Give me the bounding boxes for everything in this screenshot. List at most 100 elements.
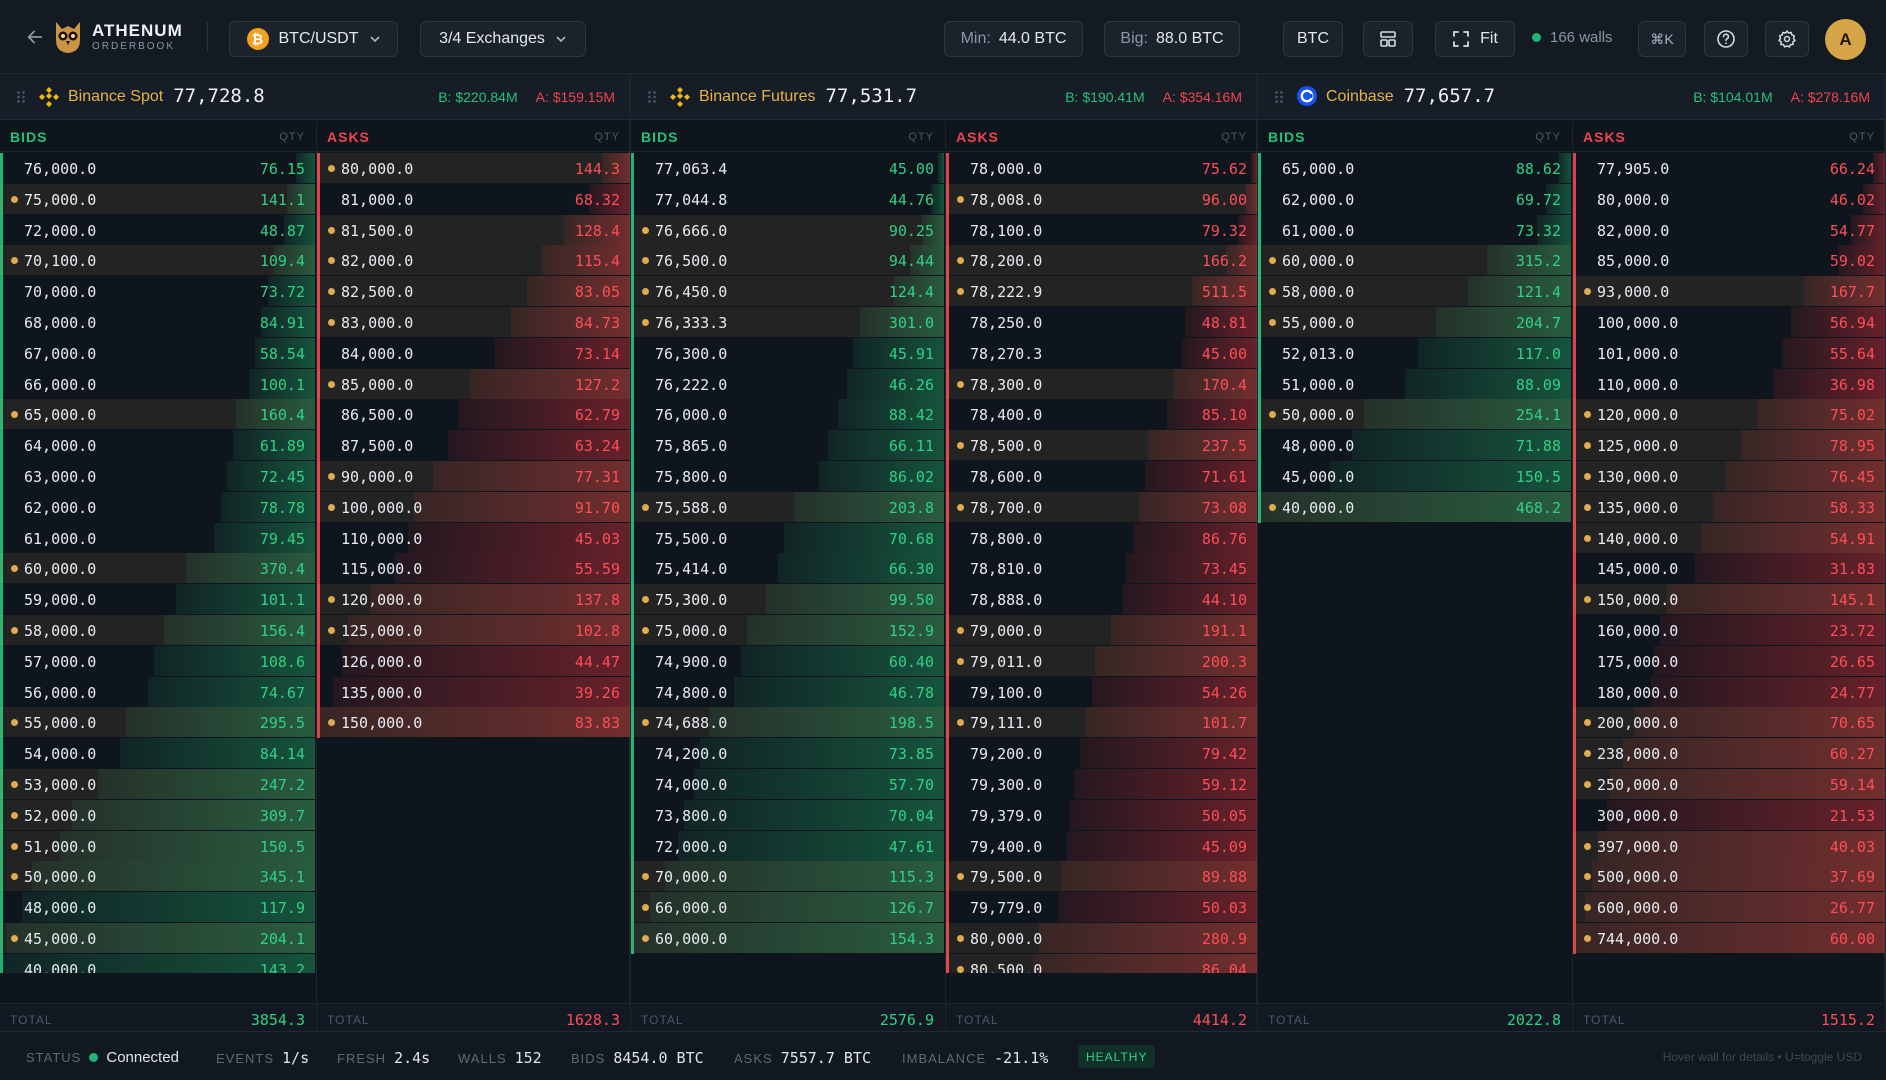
ask-row[interactable]: 78,500.0 237.5	[946, 430, 1257, 461]
bid-row[interactable]: 76,222.0 46.26	[631, 368, 944, 399]
bid-row[interactable]: 74,000.0 57.70	[631, 769, 944, 799]
ask-row[interactable]: 81,000.0 68.32	[317, 183, 630, 214]
drag-handle-icon[interactable]	[16, 90, 26, 104]
ask-row[interactable]: 180,000.0 24.77	[1573, 676, 1885, 707]
bid-row[interactable]: 66,000.0 126.7	[631, 892, 944, 923]
bid-row[interactable]: 64,000.0 61.89	[0, 430, 315, 461]
ask-row[interactable]: 79,000.0 191.1	[946, 615, 1257, 645]
bid-row[interactable]: 45,000.0 204.1	[0, 923, 315, 953]
bid-row[interactable]: 62,000.0 69.72	[1258, 183, 1571, 214]
bid-row[interactable]: 51,000.0 88.09	[1258, 368, 1571, 399]
big-wall-filter[interactable]: Big: 88.0 BTC	[1104, 21, 1240, 57]
settings-button[interactable]	[1765, 21, 1809, 57]
bid-row[interactable]: 76,666.0 90.25	[631, 214, 944, 245]
bid-row[interactable]: 75,300.0 99.50	[631, 584, 944, 615]
bid-row[interactable]: 76,450.0 124.4	[631, 276, 944, 307]
pair-selector[interactable]: ₿ BTC/USDT	[229, 21, 398, 57]
bid-row[interactable]: 52,013.0 117.0	[1258, 337, 1571, 368]
bid-row[interactable]: 62,000.0 78.78	[0, 491, 315, 522]
bid-row[interactable]: 74,900.0 60.40	[631, 645, 944, 676]
bid-row[interactable]: 70,100.0 109.4	[0, 245, 315, 276]
bid-row[interactable]: 75,000.0 152.9	[631, 615, 944, 645]
bid-row[interactable]: 76,000.0 76.15	[0, 153, 315, 183]
bid-row[interactable]: 75,000.0 141.1	[0, 183, 315, 214]
ask-row[interactable]: 78,888.0 44.10	[946, 584, 1257, 615]
bid-row[interactable]: 60,000.0 370.4	[0, 553, 315, 584]
bid-row[interactable]: 60,000.0 315.2	[1258, 245, 1571, 276]
ask-row[interactable]: 78,810.0 73.45	[946, 553, 1257, 584]
layout-button[interactable]	[1363, 21, 1413, 57]
ask-row[interactable]: 78,222.9 511.5	[946, 276, 1257, 307]
bid-row[interactable]: 63,000.0 72.45	[0, 461, 315, 491]
bid-row[interactable]: 60,000.0 154.3	[631, 923, 944, 953]
ask-row[interactable]: 150,000.0 83.83	[317, 707, 630, 738]
ask-row[interactable]: 78,000.0 75.62	[946, 153, 1257, 183]
ask-row[interactable]: 300,000.0 21.53	[1573, 799, 1885, 830]
bid-row[interactable]: 68,000.0 84.91	[0, 307, 315, 337]
bid-row[interactable]: 59,000.0 101.1	[0, 584, 315, 615]
bid-row[interactable]: 50,000.0 345.1	[0, 861, 315, 892]
back-arrow-icon[interactable]	[24, 26, 46, 48]
ask-row[interactable]: 93,000.0 167.7	[1573, 276, 1885, 307]
ask-row[interactable]: 78,270.3 45.00	[946, 337, 1257, 368]
ask-row[interactable]: 238,000.0 60.27	[1573, 738, 1885, 769]
bid-row[interactable]: 61,000.0 79.45	[0, 522, 315, 553]
ask-row[interactable]: 145,000.0 31.83	[1573, 553, 1885, 584]
bid-row[interactable]: 51,000.0 150.5	[0, 830, 315, 861]
bid-row[interactable]: 57,000.0 108.6	[0, 645, 315, 676]
bid-row[interactable]: 67,000.0 58.54	[0, 337, 315, 368]
command-palette-button[interactable]: ⌘K	[1638, 21, 1686, 57]
ask-row[interactable]: 80,000.0 280.9	[946, 923, 1257, 953]
ask-row[interactable]: 82,000.0 115.4	[317, 245, 630, 276]
bid-row[interactable]: 75,588.0 203.8	[631, 491, 944, 522]
ask-row[interactable]: 110,000.0 45.03	[317, 522, 630, 553]
bid-row[interactable]: 58,000.0 121.4	[1258, 276, 1571, 307]
ask-row[interactable]: 82,000.0 54.77	[1573, 214, 1885, 245]
ask-row[interactable]: 77,905.0 66.24	[1573, 153, 1885, 183]
ask-row[interactable]: 79,379.0 50.05	[946, 799, 1257, 830]
ask-row[interactable]: 85,000.0 59.02	[1573, 245, 1885, 276]
bid-row[interactable]: 75,865.0 66.11	[631, 430, 944, 461]
bid-row[interactable]: 70,000.0 115.3	[631, 861, 944, 892]
ask-row[interactable]: 78,800.0 86.76	[946, 522, 1257, 553]
exchanges-selector[interactable]: 3/4 Exchanges	[420, 21, 586, 57]
bid-row[interactable]: 56,000.0 74.67	[0, 676, 315, 707]
ask-row[interactable]: 79,100.0 54.26	[946, 676, 1257, 707]
ask-row[interactable]: 86,500.0 62.79	[317, 399, 630, 430]
unit-toggle-button[interactable]: BTC	[1283, 21, 1343, 57]
ask-row[interactable]: 78,300.0 170.4	[946, 368, 1257, 399]
bid-row[interactable]: 50,000.0 254.1	[1258, 399, 1571, 430]
ask-row[interactable]: 100,000.0 56.94	[1573, 307, 1885, 337]
user-avatar[interactable]: A	[1825, 19, 1866, 60]
ask-row[interactable]: 744,000.0 60.00	[1573, 923, 1885, 953]
ask-row[interactable]: 78,008.0 96.00	[946, 183, 1257, 214]
ask-row[interactable]: 78,700.0 73.08	[946, 491, 1257, 522]
bid-row[interactable]: 53,000.0 247.2	[0, 769, 315, 799]
ask-row[interactable]: 160,000.0 23.72	[1573, 615, 1885, 645]
ask-row[interactable]: 150,000.0 145.1	[1573, 584, 1885, 615]
ask-row[interactable]: 101,000.0 55.64	[1573, 337, 1885, 368]
bid-row[interactable]: 75,500.0 70.68	[631, 522, 944, 553]
ask-row[interactable]: 79,300.0 59.12	[946, 769, 1257, 799]
ask-row[interactable]: 126,000.0 44.47	[317, 645, 630, 676]
min-wall-filter[interactable]: Min: 44.0 BTC	[944, 21, 1083, 57]
drag-handle-icon[interactable]	[1274, 90, 1284, 104]
bid-row[interactable]: 73,800.0 70.04	[631, 799, 944, 830]
ask-row[interactable]: 600,000.0 26.77	[1573, 892, 1885, 923]
bid-row[interactable]: 66,000.0 100.1	[0, 368, 315, 399]
ask-row[interactable]: 78,200.0 166.2	[946, 245, 1257, 276]
bid-row[interactable]: 77,063.4 45.00	[631, 153, 944, 183]
ask-row[interactable]: 135,000.0 58.33	[1573, 491, 1885, 522]
bid-row[interactable]: 55,000.0 295.5	[0, 707, 315, 738]
bid-row[interactable]: 76,000.0 88.42	[631, 399, 944, 430]
drag-handle-icon[interactable]	[647, 90, 657, 104]
bid-row[interactable]: 48,000.0 71.88	[1258, 430, 1571, 461]
bid-row[interactable]: 48,000.0 117.9	[0, 892, 315, 923]
bid-row[interactable]: 52,000.0 309.7	[0, 799, 315, 830]
ask-row[interactable]: 78,600.0 71.61	[946, 461, 1257, 491]
ask-row[interactable]: 79,111.0 101.7	[946, 707, 1257, 738]
bid-row[interactable]: 70,000.0 73.72	[0, 276, 315, 307]
ask-row[interactable]: 250,000.0 59.14	[1573, 769, 1885, 799]
ask-row[interactable]: 130,000.0 76.45	[1573, 461, 1885, 491]
ask-row[interactable]: 175,000.0 26.65	[1573, 645, 1885, 676]
